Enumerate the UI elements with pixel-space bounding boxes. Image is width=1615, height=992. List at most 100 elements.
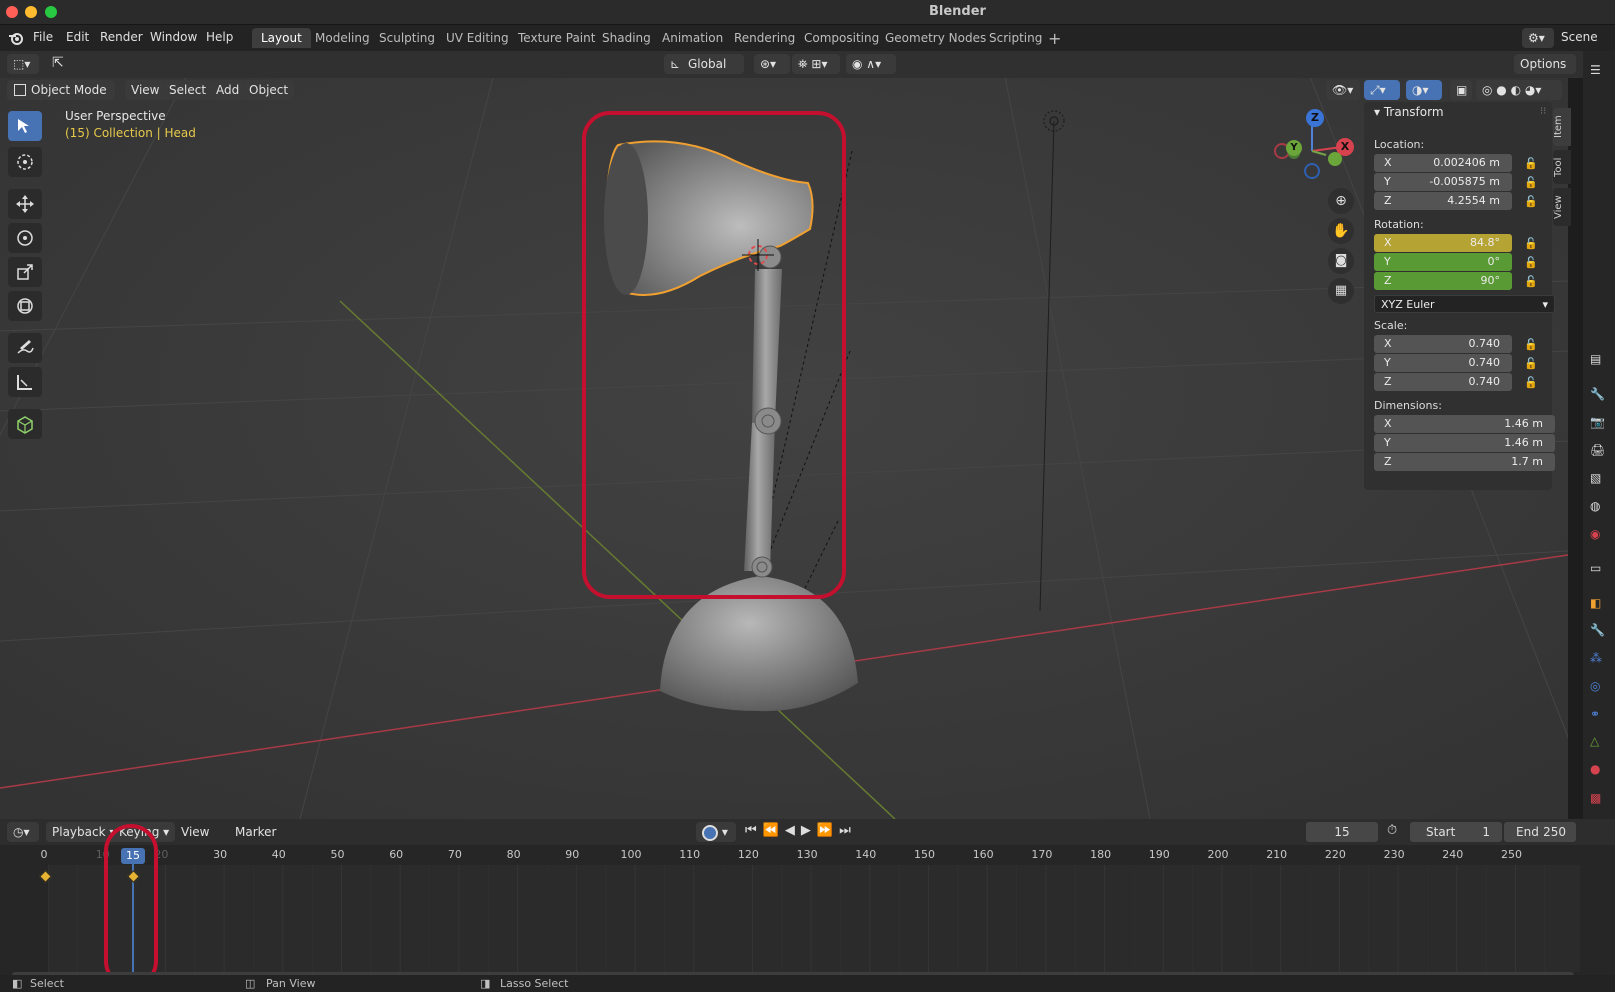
menu-render[interactable]: Render — [100, 30, 143, 44]
tab-tool[interactable]: Tool — [1553, 150, 1571, 184]
lock-icon[interactable]: 🔓 — [1524, 338, 1538, 351]
tab-texture-paint[interactable]: Texture Paint — [509, 28, 604, 48]
menu-edit[interactable]: Edit — [66, 30, 89, 44]
camera-view-icon[interactable]: ◙ — [1328, 248, 1354, 274]
timeline-editor-type-icon[interactable]: ◷▾ — [7, 822, 39, 842]
perspective-toggle-icon[interactable]: ▦ — [1328, 278, 1354, 304]
auto-keying-icon[interactable]: ▾ — [696, 822, 736, 842]
tab-compositing[interactable]: Compositing — [795, 28, 888, 48]
modifier-properties-icon[interactable]: 🔧 — [1590, 623, 1608, 641]
select-mode-icon[interactable]: ⇱ — [52, 55, 70, 73]
tab-rendering[interactable]: Rendering — [725, 28, 804, 48]
transform-panel-header[interactable]: ▾ Transform — [1374, 105, 1444, 119]
transform-tool-icon[interactable] — [8, 291, 42, 321]
scene-name[interactable]: Scene — [1561, 30, 1598, 44]
object-menu[interactable]: Object — [243, 80, 295, 100]
tab-shading[interactable]: Shading — [593, 28, 660, 48]
scale-y-field[interactable]: Y 0.740 — [1374, 354, 1512, 372]
annotate-tool-icon[interactable] — [8, 333, 42, 363]
view-menu[interactable]: View — [125, 80, 166, 100]
constraints-icon[interactable]: ⚭ — [1590, 707, 1608, 725]
gizmo-z-axis[interactable]: Z — [1306, 109, 1324, 127]
collection-properties-icon[interactable]: ▭ — [1590, 561, 1608, 579]
options-dropdown[interactable]: Options ▾ — [1514, 54, 1576, 91]
tool-properties-icon[interactable]: 🔧 — [1590, 387, 1608, 405]
zoom-icon[interactable]: ⊕ — [1328, 188, 1354, 214]
preview-range-clock-icon[interactable]: ⏱ — [1387, 823, 1397, 838]
tab-modeling[interactable]: Modeling — [306, 28, 379, 48]
lock-icon[interactable]: 🔓 — [1524, 176, 1538, 189]
tab-animation[interactable]: Animation — [653, 28, 732, 48]
playback-controls-icons[interactable]: ⏮⏪◀▶⏩⏭ — [745, 823, 857, 838]
add-menu[interactable]: Add — [210, 80, 246, 100]
scene-selector-icon[interactable]: ⚙▾ — [1522, 28, 1554, 48]
panel-drag-handle[interactable]: ⁝⁝ — [1540, 106, 1546, 117]
rotation-x-field[interactable]: X 84.8° — [1374, 234, 1512, 252]
measure-tool-icon[interactable] — [8, 367, 42, 397]
location-x-field[interactable]: X 0.002406 m — [1374, 154, 1512, 172]
end-frame-field[interactable]: End 250 — [1504, 822, 1576, 842]
3d-viewport[interactable]: User Perspective (15) Collection | Head … — [0, 51, 1568, 819]
shading-mode-icons[interactable]: ◎ ● ◐ ◕▾ — [1476, 80, 1562, 100]
output-properties-icon[interactable]: 🖨 — [1590, 443, 1608, 461]
snap-icon[interactable]: ⛯ ⊞▾ — [792, 54, 840, 74]
gizmo-green-dot[interactable] — [1328, 152, 1342, 166]
object-properties-icon[interactable]: ◧ — [1590, 596, 1608, 614]
gizmo-y-axis[interactable]: Y — [1286, 140, 1302, 156]
menu-help[interactable]: Help — [206, 30, 233, 44]
timeline-editor[interactable]: ◷▾ Playback ▾ Keying ▾ View Marker ▾ ⏮⏪◀… — [0, 819, 1615, 992]
rotation-z-field[interactable]: Z 90° — [1374, 272, 1512, 290]
cursor-tool-icon[interactable] — [8, 147, 42, 177]
current-frame-field[interactable]: 15 — [1306, 822, 1378, 842]
lock-icon[interactable]: 🔓 — [1524, 357, 1538, 370]
add-workspace-icon[interactable]: + — [1048, 29, 1061, 48]
texture-properties-icon[interactable]: ▩ — [1590, 791, 1608, 809]
dimensions-x-field[interactable]: X 1.46 m — [1374, 415, 1555, 433]
particles-icon[interactable]: ⁂ — [1590, 651, 1608, 669]
lock-icon[interactable]: 🔓 — [1524, 195, 1538, 208]
visibility-icon[interactable]: 👁▾ — [1326, 80, 1360, 100]
pan-hand-icon[interactable]: ✋ — [1328, 218, 1354, 244]
menu-window[interactable]: Window — [150, 30, 197, 44]
lock-icon[interactable]: 🔓 — [1524, 376, 1538, 389]
material-properties-icon[interactable]: ● — [1590, 762, 1608, 780]
editor-type-icon[interactable]: ⬚▾ — [7, 54, 39, 74]
rotate-tool-icon[interactable] — [8, 223, 42, 253]
lock-icon[interactable]: 🔓 — [1524, 237, 1538, 250]
render-properties-icon[interactable]: 📷 — [1590, 415, 1608, 433]
select-menu[interactable]: Select — [163, 80, 213, 100]
xray-icon[interactable]: ▣ — [1450, 80, 1472, 100]
tab-scripting[interactable]: Scripting — [980, 28, 1051, 48]
lock-icon[interactable]: 🔓 — [1524, 157, 1538, 170]
view-layer-icon[interactable]: ▧ — [1590, 471, 1608, 489]
timeline-keyframe-area[interactable] — [0, 865, 1580, 972]
dimensions-z-field[interactable]: Z 1.7 m — [1374, 453, 1555, 471]
tab-layout[interactable]: Layout — [252, 28, 311, 48]
blender-logo-icon[interactable] — [8, 30, 24, 46]
tab-item[interactable]: Item — [1553, 108, 1571, 146]
rotation-mode-dropdown[interactable]: XYZ Euler ▾ — [1374, 295, 1555, 313]
add-cube-tool-icon[interactable] — [8, 409, 42, 439]
scale-tool-icon[interactable] — [8, 257, 42, 287]
marker-menu[interactable]: Marker — [229, 822, 282, 842]
gizmo-toggle-icon[interactable]: ⤢▾ — [1364, 80, 1400, 100]
location-y-field[interactable]: Y -0.005875 m — [1374, 173, 1512, 191]
tab-view[interactable]: View — [1553, 188, 1571, 226]
timeline-view-menu[interactable]: View — [175, 822, 215, 842]
scene-properties-icon[interactable]: ◍ — [1590, 499, 1608, 517]
lock-icon[interactable]: 🔓 — [1524, 256, 1538, 269]
location-z-field[interactable]: Z 4.2554 m — [1374, 192, 1512, 210]
pivot-point-icon[interactable]: ⊛▾ — [754, 54, 790, 74]
object-data-icon[interactable]: △ — [1590, 734, 1608, 752]
select-box-tool-icon[interactable] — [8, 111, 42, 141]
move-tool-icon[interactable] — [8, 189, 42, 219]
properties-editor-icon[interactable]: ▤ — [1590, 352, 1608, 370]
tab-uv-editing[interactable]: UV Editing — [437, 28, 518, 48]
scale-x-field[interactable]: X 0.740 — [1374, 335, 1512, 353]
world-properties-icon[interactable]: ◉ — [1590, 527, 1608, 545]
tab-sculpting[interactable]: Sculpting — [370, 28, 444, 48]
frame-ruler[interactable]: 0 10 20 30 40 50 60 70 80 90 100 110 120 130 140 150 160… — [0, 845, 1580, 865]
proportional-edit-icon[interactable]: ◉ ∧▾ — [846, 54, 896, 74]
physics-icon[interactable]: ◎ — [1590, 679, 1608, 697]
overlay-toggle-icon[interactable]: ◑▾ — [1406, 80, 1442, 100]
